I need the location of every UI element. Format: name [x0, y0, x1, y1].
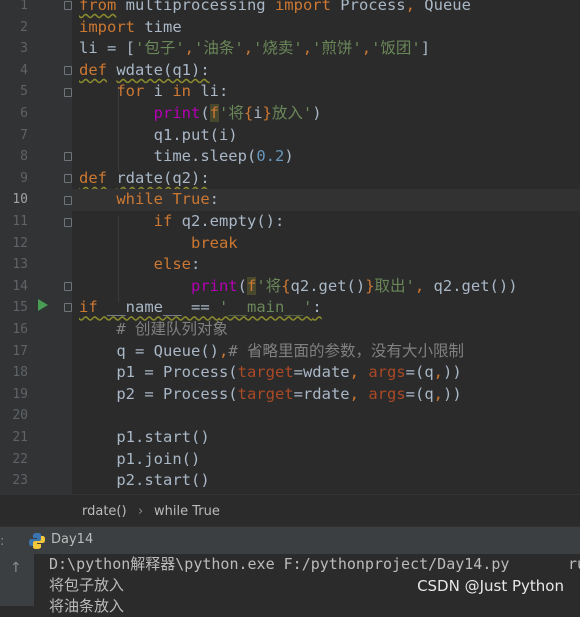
line-number: 1	[20, 0, 28, 13]
line-number: 18	[12, 365, 28, 381]
code-line[interactable]: p2.start()	[79, 470, 580, 492]
fold-icon[interactable]	[64, 88, 72, 97]
code-line[interactable]: break	[79, 233, 580, 255]
code-line[interactable]: li = ['包子','油条','烧卖','煎饼','饭团']	[79, 38, 580, 60]
console-overflow: ru	[568, 555, 580, 573]
code-line[interactable]: time.sleep(0.2)	[79, 146, 580, 168]
fold-icon[interactable]	[64, 174, 72, 183]
code-line[interactable]: print(f'将{q2.get()}取出', q2.get())	[79, 276, 580, 298]
run-icon[interactable]	[38, 299, 48, 311]
line-number: 23	[12, 473, 28, 489]
console-line: D:\python解释器\python.exe F:/pythonproject…	[49, 555, 510, 573]
watermark: CSDN @Just Python	[417, 577, 564, 595]
line-number: 15	[12, 300, 28, 316]
fold-icon[interactable]	[64, 303, 72, 312]
line-number: 17	[12, 343, 28, 359]
console-output[interactable]: ↑ D:\python解释器\python.exe F:/pythonproje…	[0, 554, 580, 615]
console-line: 将油条放入	[49, 597, 125, 615]
line-number: 2	[20, 19, 28, 35]
code-line[interactable]: q1.put(i)	[79, 125, 580, 147]
console-toolbar: ↑	[0, 554, 34, 606]
line-number: 12	[12, 235, 28, 251]
code-line[interactable]: from multiprocessing import Process, Que…	[79, 0, 580, 17]
line-number: 13	[12, 257, 28, 273]
line-number: 8	[20, 149, 28, 165]
code-line[interactable]: if q2.empty():	[79, 211, 580, 233]
console-line: 将包子放入	[49, 576, 125, 594]
line-number: 22	[12, 451, 28, 467]
fold-icon[interactable]	[64, 282, 72, 291]
code-line[interactable]: else:	[79, 254, 580, 276]
line-number: 7	[20, 127, 28, 143]
line-number: 19	[12, 386, 28, 402]
run-tab[interactable]: Day14	[26, 527, 96, 555]
line-number: 20	[12, 408, 28, 424]
line-number: 14	[12, 278, 28, 294]
run-toolbar: : Day14	[0, 526, 580, 555]
line-number: 10	[12, 192, 28, 208]
line-number: 11	[12, 214, 28, 229]
code-editor[interactable]: 1 2 3 4 5 6 7 8 9 10 11 12 13 14 15 16 17 18 19 20 21 22 23 fr…	[0, 0, 580, 494]
tool-strip-edge: :	[0, 534, 5, 549]
line-number: 9	[20, 170, 28, 186]
line-number: 21	[12, 430, 28, 445]
code-line[interactable]: def wdate(q1):	[79, 60, 580, 82]
breadcrumb-separator: ›	[138, 504, 144, 519]
code-line[interactable]: for i in li:	[79, 81, 580, 103]
line-number: 4	[20, 62, 28, 78]
fold-icon[interactable]	[64, 196, 72, 205]
code-line[interactable]: if __name__ == '__main__':	[79, 297, 580, 319]
code-line[interactable]: p1.start()	[79, 427, 580, 449]
code-line[interactable]	[79, 405, 580, 427]
code-line[interactable]: # 创建队列对象	[79, 319, 580, 341]
breadcrumb-statement[interactable]: while True	[154, 504, 220, 519]
code-line[interactable]: p2 = Process(target=rdate, args=(q,))	[79, 384, 580, 406]
line-number: 6	[20, 106, 28, 121]
run-tab-label: Day14	[51, 532, 94, 547]
line-number: 5	[20, 84, 28, 100]
line-number: 3	[20, 41, 28, 57]
python-icon	[29, 533, 45, 549]
fold-icon[interactable]	[64, 152, 72, 161]
fold-icon[interactable]	[64, 218, 72, 227]
breadcrumb: rdate() › while True	[0, 494, 580, 527]
current-code-line[interactable]: while True:	[72, 189, 580, 211]
scroll-up-icon[interactable]: ↑	[10, 560, 22, 576]
code-line[interactable]: q = Queue(),# 省略里面的参数，没有大小限制	[79, 341, 580, 363]
code-line[interactable]: import time	[79, 17, 580, 39]
code-line[interactable]: p1 = Process(target=wdate, args=(q,))	[79, 362, 580, 384]
code-line[interactable]: print(f'将{i}放入')	[79, 103, 580, 125]
fold-icon[interactable]	[64, 1, 72, 10]
line-number: 16	[12, 322, 28, 337]
fold-icon[interactable]	[64, 66, 72, 75]
breadcrumb-function[interactable]: rdate()	[82, 504, 127, 519]
code-line[interactable]: def rdate(q2):	[79, 168, 580, 190]
code-line[interactable]: p1.join()	[79, 449, 580, 471]
